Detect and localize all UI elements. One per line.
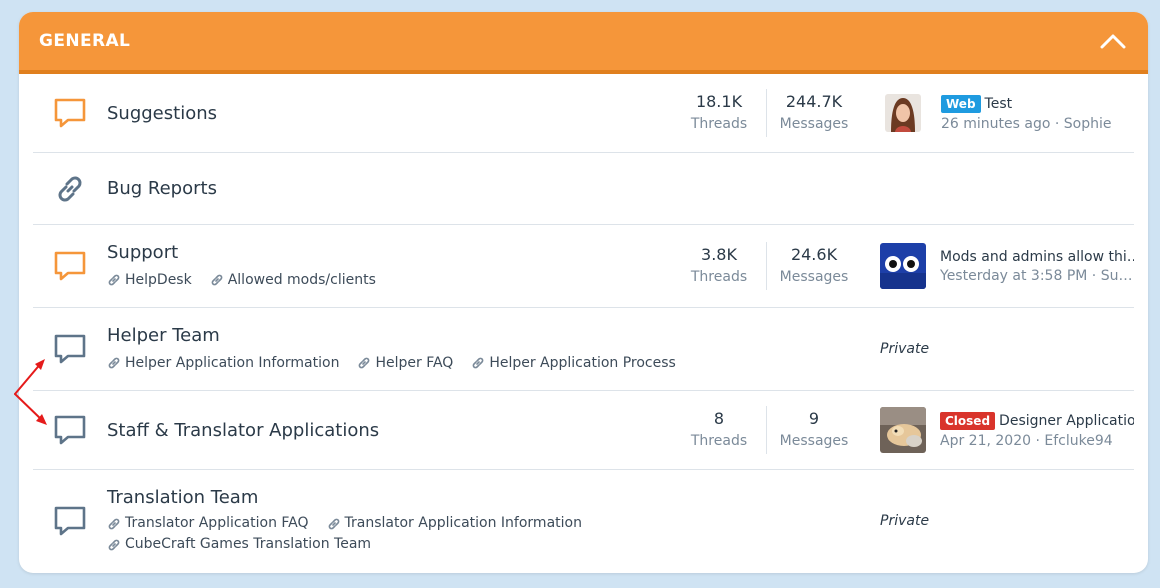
forum-title[interactable]: Helper Team — [107, 325, 220, 346]
subforum-list: HelpDesk Allowed mods/clients — [107, 270, 672, 291]
forum-title[interactable]: Staff & Translator Applications — [107, 420, 379, 441]
messages-label: Messages — [779, 116, 849, 132]
threads-count: 8 — [713, 409, 725, 428]
latest-meta[interactable]: Apr 21, 2020 · Efcluke94 — [940, 433, 1134, 449]
category-header: GENERAL — [19, 12, 1148, 74]
chat-bubble-icon — [54, 334, 86, 364]
threads-label: Threads — [690, 116, 748, 132]
forum-category-card: GENERAL Suggestions 18.1K Threads 244.7K… — [19, 12, 1148, 573]
forum-title[interactable]: Bug Reports — [107, 178, 217, 199]
forum-row-helper-team: Helper Team Helper Application Informati… — [33, 308, 1134, 391]
chat-bubble-icon — [54, 251, 86, 281]
prefix-badge-closed: Closed — [940, 411, 996, 430]
threads-count: 3.8K — [701, 245, 737, 264]
subforum-list: Translator Application FAQ Translator Ap… — [107, 513, 862, 555]
forum-title[interactable]: Suggestions — [107, 103, 217, 124]
subforum-link[interactable]: CubeCraft Games Translation Team — [107, 534, 371, 555]
forum-list: Suggestions 18.1K Threads 244.7K Message… — [19, 74, 1148, 572]
threads-label: Threads — [690, 433, 748, 449]
latest-post: Closed Designer Applicatio… Apr 21, 2020… — [862, 407, 1134, 453]
forum-row-support: Support HelpDesk Allowed mods/clients 3.… — [33, 225, 1134, 308]
subforum-link[interactable]: Translator Application FAQ — [107, 513, 309, 534]
threads-count: 18.1K — [695, 92, 743, 111]
forum-row-suggestions: Suggestions 18.1K Threads 244.7K Message… — [33, 74, 1134, 153]
chat-bubble-icon — [54, 415, 86, 445]
subforum-link[interactable]: HelpDesk — [107, 270, 192, 291]
chat-bubble-icon — [54, 506, 86, 536]
link-icon — [108, 357, 120, 369]
forum-stats: 18.1K Threads 244.7K Messages — [672, 89, 862, 137]
forum-row-staff-translator-applications: Staff & Translator Applications 8 Thread… — [33, 391, 1134, 470]
subforum-link[interactable]: Helper Application Information — [107, 353, 339, 374]
avatar[interactable] — [885, 94, 921, 132]
forum-title[interactable]: Translation Team — [107, 487, 258, 508]
subforum-link[interactable]: Helper FAQ — [357, 353, 453, 374]
link-icon — [211, 274, 223, 286]
latest-meta[interactable]: Yesterday at 3:58 PM · Sum… — [940, 268, 1134, 284]
subforum-link[interactable]: Allowed mods/clients — [210, 270, 376, 291]
threads-label: Threads — [690, 269, 748, 285]
link-icon — [58, 176, 82, 201]
subforum-link[interactable]: Translator Application Information — [327, 513, 582, 534]
link-icon — [328, 518, 339, 529]
avatar[interactable] — [880, 243, 926, 289]
chevron-up-icon — [1100, 34, 1126, 49]
subforum-list: Helper Application Information Helper FA… — [107, 353, 862, 374]
forum-row-bug-reports: Bug Reports — [33, 153, 1134, 225]
messages-count: 24.6K — [790, 245, 838, 264]
prefix-badge-web: Web — [941, 94, 981, 113]
messages-label: Messages — [779, 433, 849, 449]
chat-bubble-icon — [54, 98, 86, 128]
messages-count: 244.7K — [785, 92, 843, 111]
category-title[interactable]: GENERAL — [39, 31, 130, 51]
forum-stats: 3.8K Threads 24.6K Messages — [672, 242, 862, 290]
forum-title[interactable]: Support — [107, 242, 178, 263]
link-icon — [359, 357, 370, 369]
subforum-link[interactable]: Helper Application Process — [471, 353, 676, 374]
latest-thread-title[interactable]: Closed Designer Applicatio… — [940, 411, 1134, 430]
messages-label: Messages — [779, 269, 849, 285]
private-label: Private — [880, 513, 930, 529]
latest-thread-title[interactable]: Mods and admins allow thi… — [940, 249, 1134, 265]
forum-row-translation-team: Translation Team Translator Application … — [33, 470, 1134, 572]
latest-meta[interactable]: 26 minutes ago · Sophie — [941, 116, 1134, 132]
latest-post: Web Test 26 minutes ago · Sophie — [862, 94, 1134, 132]
latest-post: Mods and admins allow thi… Yesterday at … — [862, 243, 1134, 289]
link-icon — [108, 518, 120, 529]
collapse-button[interactable] — [1098, 26, 1128, 56]
link-icon — [108, 539, 120, 550]
link-icon — [108, 274, 120, 286]
forum-stats: 8 Threads 9 Messages — [672, 406, 862, 454]
messages-count: 9 — [808, 409, 820, 428]
link-icon — [472, 357, 484, 369]
latest-thread-title[interactable]: Web Test — [941, 94, 1134, 113]
avatar[interactable] — [880, 407, 926, 453]
private-label: Private — [880, 341, 930, 357]
